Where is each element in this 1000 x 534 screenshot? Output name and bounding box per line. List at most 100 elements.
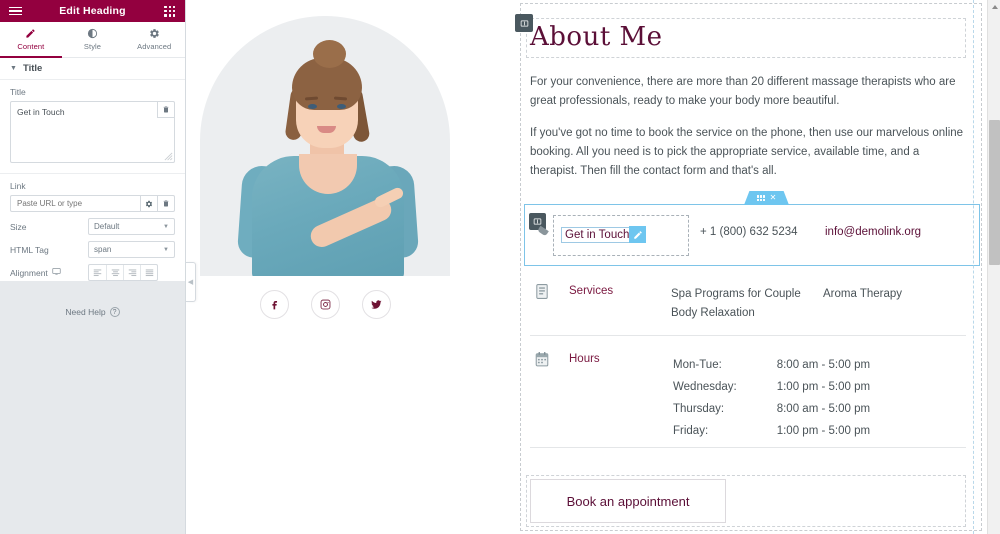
need-help-label: Need Help bbox=[65, 307, 106, 317]
twitter-icon[interactable] bbox=[361, 290, 391, 319]
alignment-field-label: Alignment bbox=[10, 267, 88, 278]
get-in-touch-widget[interactable]: Get in Touch bbox=[553, 215, 689, 256]
pencil-icon[interactable] bbox=[629, 226, 646, 243]
calendar-icon bbox=[535, 352, 549, 367]
panel-body: ▼ Title Title Get in Touch Link Paste UR… bbox=[0, 58, 185, 534]
section-header-title[interactable]: ▼ Title bbox=[0, 58, 185, 80]
drag-dots-icon[interactable] bbox=[756, 195, 765, 201]
tab-style-label: Style bbox=[83, 41, 102, 51]
chevron-down-icon: ▼ bbox=[163, 223, 169, 230]
content-column: About Me For your convenience, there are… bbox=[515, 3, 982, 531]
tab-advanced[interactable]: Advanced bbox=[123, 22, 185, 58]
panel-footer: Need Help ? bbox=[0, 281, 185, 534]
align-right-icon[interactable] bbox=[123, 265, 140, 280]
close-x-icon[interactable]: ✕ bbox=[770, 194, 777, 202]
grid-apps-icon[interactable] bbox=[163, 4, 177, 18]
html-tag-field-label: HTML Tag bbox=[10, 244, 49, 255]
alignment-button-group bbox=[88, 264, 158, 281]
align-justify-icon[interactable] bbox=[140, 265, 157, 280]
page-canvas: About Me For your convenience, there are… bbox=[187, 0, 987, 534]
hours-time: 1:00 pm - 5:00 pm bbox=[776, 381, 871, 393]
services-column-b: Aroma Therapy bbox=[823, 285, 902, 304]
widget-handle-icon[interactable] bbox=[529, 213, 546, 230]
align-left-icon[interactable] bbox=[89, 265, 106, 280]
panel-title: Edit Heading bbox=[59, 5, 126, 17]
title-control: Title Get in Touch bbox=[0, 80, 185, 163]
browser-scrollbar[interactable] bbox=[987, 0, 1000, 534]
link-field-label: Link bbox=[10, 181, 26, 191]
chevron-down-icon: ▼ bbox=[163, 246, 169, 253]
table-row: Mon-Tue: 8:00 am - 5:00 pm bbox=[673, 355, 870, 375]
section-title-label: Title bbox=[22, 63, 43, 74]
panel-collapse-handle[interactable]: ◀ bbox=[186, 262, 196, 302]
hours-row: Hours Mon-Tue: 8:00 am - 5:00 pm Wednesd… bbox=[530, 344, 966, 448]
document-list-icon bbox=[535, 284, 549, 299]
services-item: Aroma Therapy bbox=[823, 288, 903, 300]
monitor-icon[interactable] bbox=[52, 267, 61, 278]
html-tag-select[interactable]: span ▼ bbox=[88, 241, 175, 258]
services-title: Services bbox=[569, 285, 614, 297]
align-center-icon[interactable] bbox=[106, 265, 123, 280]
about-paragraph-1: For your convenience, there are more tha… bbox=[530, 76, 956, 107]
photo-column bbox=[187, 0, 517, 534]
about-paragraph-2: If you've got no time to book the servic… bbox=[530, 127, 964, 177]
pencil-icon bbox=[25, 28, 36, 39]
caret-down-icon: ▼ bbox=[10, 65, 17, 72]
get-in-touch-label[interactable]: Get in Touch bbox=[561, 227, 634, 243]
need-help-button[interactable]: Need Help ? bbox=[65, 307, 120, 317]
canvas-right-guide bbox=[973, 0, 974, 534]
link-control: Link bbox=[0, 174, 185, 212]
alignment-label-text: Alignment bbox=[10, 267, 48, 278]
link-input[interactable] bbox=[11, 196, 140, 211]
hours-time: 8:00 am - 5:00 pm bbox=[776, 403, 871, 415]
tab-content[interactable]: Content bbox=[0, 22, 62, 58]
section-toolbar[interactable]: ✕ bbox=[744, 191, 789, 205]
contrast-circle-icon bbox=[87, 28, 98, 39]
hamburger-icon[interactable] bbox=[8, 4, 22, 18]
table-row: Friday: 1:00 pm - 5:00 pm bbox=[673, 421, 870, 441]
panel-header: Edit Heading bbox=[0, 0, 185, 22]
hours-title: Hours bbox=[569, 353, 600, 365]
title-textarea[interactable]: Get in Touch bbox=[10, 101, 175, 163]
table-row: Wednesday: 1:00 pm - 5:00 pm bbox=[673, 377, 870, 397]
table-row: Thursday: 8:00 am - 5:00 pm bbox=[673, 399, 870, 419]
title-field-label: Title bbox=[10, 87, 26, 97]
hours-time: 8:00 am - 5:00 pm bbox=[776, 359, 871, 371]
hours-day: Thursday: bbox=[673, 403, 725, 415]
link-settings-gear-icon[interactable] bbox=[140, 196, 157, 211]
trash-icon[interactable] bbox=[157, 102, 174, 118]
alignment-control: Alignment bbox=[0, 258, 185, 281]
size-control: Size Default ▼ bbox=[0, 212, 185, 235]
question-circle-icon: ? bbox=[109, 307, 120, 317]
scroll-up-arrow-icon[interactable] bbox=[988, 0, 1000, 14]
email-address[interactable]: info@demolink.org bbox=[825, 226, 921, 238]
services-column-a: Spa Programs for Couple Body Relaxation bbox=[671, 285, 801, 323]
services-item: Body Relaxation bbox=[671, 307, 755, 319]
size-select[interactable]: Default ▼ bbox=[88, 218, 175, 235]
link-trash-icon[interactable] bbox=[157, 196, 174, 211]
social-links bbox=[200, 290, 450, 319]
tab-advanced-label: Advanced bbox=[137, 41, 172, 51]
page-title: About Me bbox=[530, 22, 663, 52]
instagram-icon[interactable] bbox=[310, 290, 340, 319]
contact-section-selected[interactable]: ✕ Get in Touch + 1 (800) 632 5234 info@d… bbox=[524, 191, 980, 266]
hours-day: Friday: bbox=[673, 425, 709, 437]
tab-content-label: Content bbox=[17, 41, 45, 51]
resize-grip-icon[interactable] bbox=[164, 152, 173, 161]
woman-pointing-photo bbox=[200, 16, 450, 276]
facebook-icon[interactable] bbox=[259, 290, 289, 319]
html-tag-select-value: span bbox=[94, 245, 112, 254]
services-item: Spa Programs for Couple bbox=[671, 288, 801, 300]
book-appointment-button[interactable]: Book an appointment bbox=[530, 479, 726, 523]
hours-table: Mon-Tue: 8:00 am - 5:00 pm Wednesday: 1:… bbox=[671, 353, 872, 443]
scrollbar-thumb[interactable] bbox=[989, 120, 1000, 265]
hours-time: 1:00 pm - 5:00 pm bbox=[776, 425, 871, 437]
services-row: Services Spa Programs for Couple Body Re… bbox=[530, 276, 966, 336]
phone-number[interactable]: + 1 (800) 632 5234 bbox=[700, 226, 798, 238]
editor-panel: Edit Heading Content Style Advanced ▼ Ti… bbox=[0, 0, 186, 534]
tab-style[interactable]: Style bbox=[62, 22, 124, 58]
heading-widget-handle[interactable] bbox=[515, 14, 533, 32]
hours-day: Mon-Tue: bbox=[673, 359, 722, 371]
title-textarea-value: Get in Touch bbox=[17, 107, 65, 117]
size-field-label: Size bbox=[10, 221, 27, 232]
